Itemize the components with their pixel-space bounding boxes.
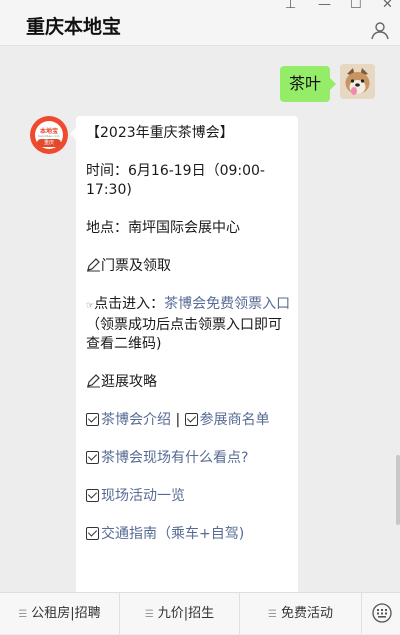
pointing-hand-icon: ☞ [86, 301, 95, 311]
menu-item-free-events[interactable]: ☰ 免费活动 [240, 593, 362, 634]
guide-section-title: 逛展攻略 [86, 373, 291, 392]
bottom-menu: ☰ 公租房|招聘 ☰ 九价|招生 ☰ 免费活动 [0, 592, 400, 634]
menu-item-rental-jobs[interactable]: ☰ 公租房|招聘 [0, 593, 120, 634]
exhibitors-link[interactable]: 参展商名单 [200, 412, 270, 428]
guide-title-text: 逛展攻略 [101, 374, 157, 390]
bot-avatar[interactable]: 本地宝 bendibao.com 重庆 [30, 116, 68, 154]
pen-icon [87, 258, 100, 272]
guide-links-row: 茶博会介绍 | 参展商名单 [86, 411, 291, 430]
event-place: 地点：南坪国际会展中心 [86, 220, 240, 236]
chat-header: 重庆本地宝 ⊥ — ☐ ✕ [0, 0, 400, 46]
profile-icon[interactable] [370, 20, 390, 40]
logo-city: 重庆 [37, 139, 61, 147]
bendibao-logo: 本地宝 bendibao.com 重庆 [35, 121, 63, 149]
menu-lines-icon: ☰ [144, 609, 154, 620]
ticket-note: （领票成功后点击领票入口即可查看二维码) [86, 317, 282, 352]
highlights-link[interactable]: 茶博会现场有什么看点? [101, 450, 248, 466]
guide-link-highlights: 茶博会现场有什么看点? [86, 449, 291, 468]
menu-lines-icon: ☰ [18, 609, 28, 620]
checkbox-icon [86, 413, 99, 426]
logo-domain: bendibao.com [38, 134, 60, 138]
traffic-link[interactable]: 交通指南（乘车+自驾) [101, 526, 244, 542]
bot-message-content: 【2023年重庆茶博会】 时间：6月16-19日（09:00-17:30) 地点… [86, 124, 291, 563]
pin-icon[interactable]: ⊥ [285, 0, 296, 12]
menu-item-vaccine-enrollment[interactable]: ☰ 九价|招生 [120, 593, 240, 634]
chat-scrollbar[interactable] [396, 455, 400, 525]
click-prefix: 点击进入： [94, 296, 165, 312]
dog-avatar-icon [340, 64, 375, 99]
guide-link-traffic: 交通指南（乘车+自驾) [86, 525, 291, 544]
user-avatar[interactable] [340, 64, 375, 99]
ticket-section-title: 门票及领取 [86, 257, 291, 276]
checkbox-icon [86, 489, 99, 502]
keyboard-icon[interactable] [372, 603, 392, 623]
chat-area[interactable]: 茶叶 本地宝 bendibao.com 重庆 【2023年重庆茶博会】 时间：6… [0, 46, 400, 592]
checkbox-icon [86, 451, 99, 464]
event-heading: 【2023年重庆茶博会】 [86, 125, 234, 141]
checkbox-icon [184, 413, 198, 426]
link-separator: | [171, 412, 185, 428]
checkbox-icon [86, 527, 99, 540]
ticket-link[interactable]: 茶博会免费领票入口 [164, 296, 290, 312]
user-message-bubble[interactable]: 茶叶 [280, 66, 336, 102]
menu-label: 公租房|招聘 [31, 606, 101, 621]
ticket-entry: ☞点击进入：茶博会免费领票入口 （领票成功后点击领票入口即可查看二维码) [86, 295, 291, 354]
chat-title: 重庆本地宝 [26, 16, 122, 38]
ticket-title-text: 门票及领取 [101, 258, 171, 274]
activities-link[interactable]: 现场活动一览 [101, 488, 185, 504]
guide-link-activities: 现场活动一览 [86, 487, 291, 506]
menu-lines-icon: ☰ [268, 609, 277, 620]
menu-label: 九价|招生 [157, 606, 215, 621]
event-time: 时间：6月16-19日（09:00-17:30) [86, 163, 265, 198]
close-icon[interactable]: ✕ [382, 0, 393, 12]
intro-link[interactable]: 茶博会介绍 [101, 412, 171, 428]
maximize-icon[interactable]: ☐ [350, 0, 362, 12]
pen-icon [87, 374, 100, 388]
minimize-icon[interactable]: — [318, 0, 331, 12]
menu-label: 免费活动 [280, 606, 333, 621]
